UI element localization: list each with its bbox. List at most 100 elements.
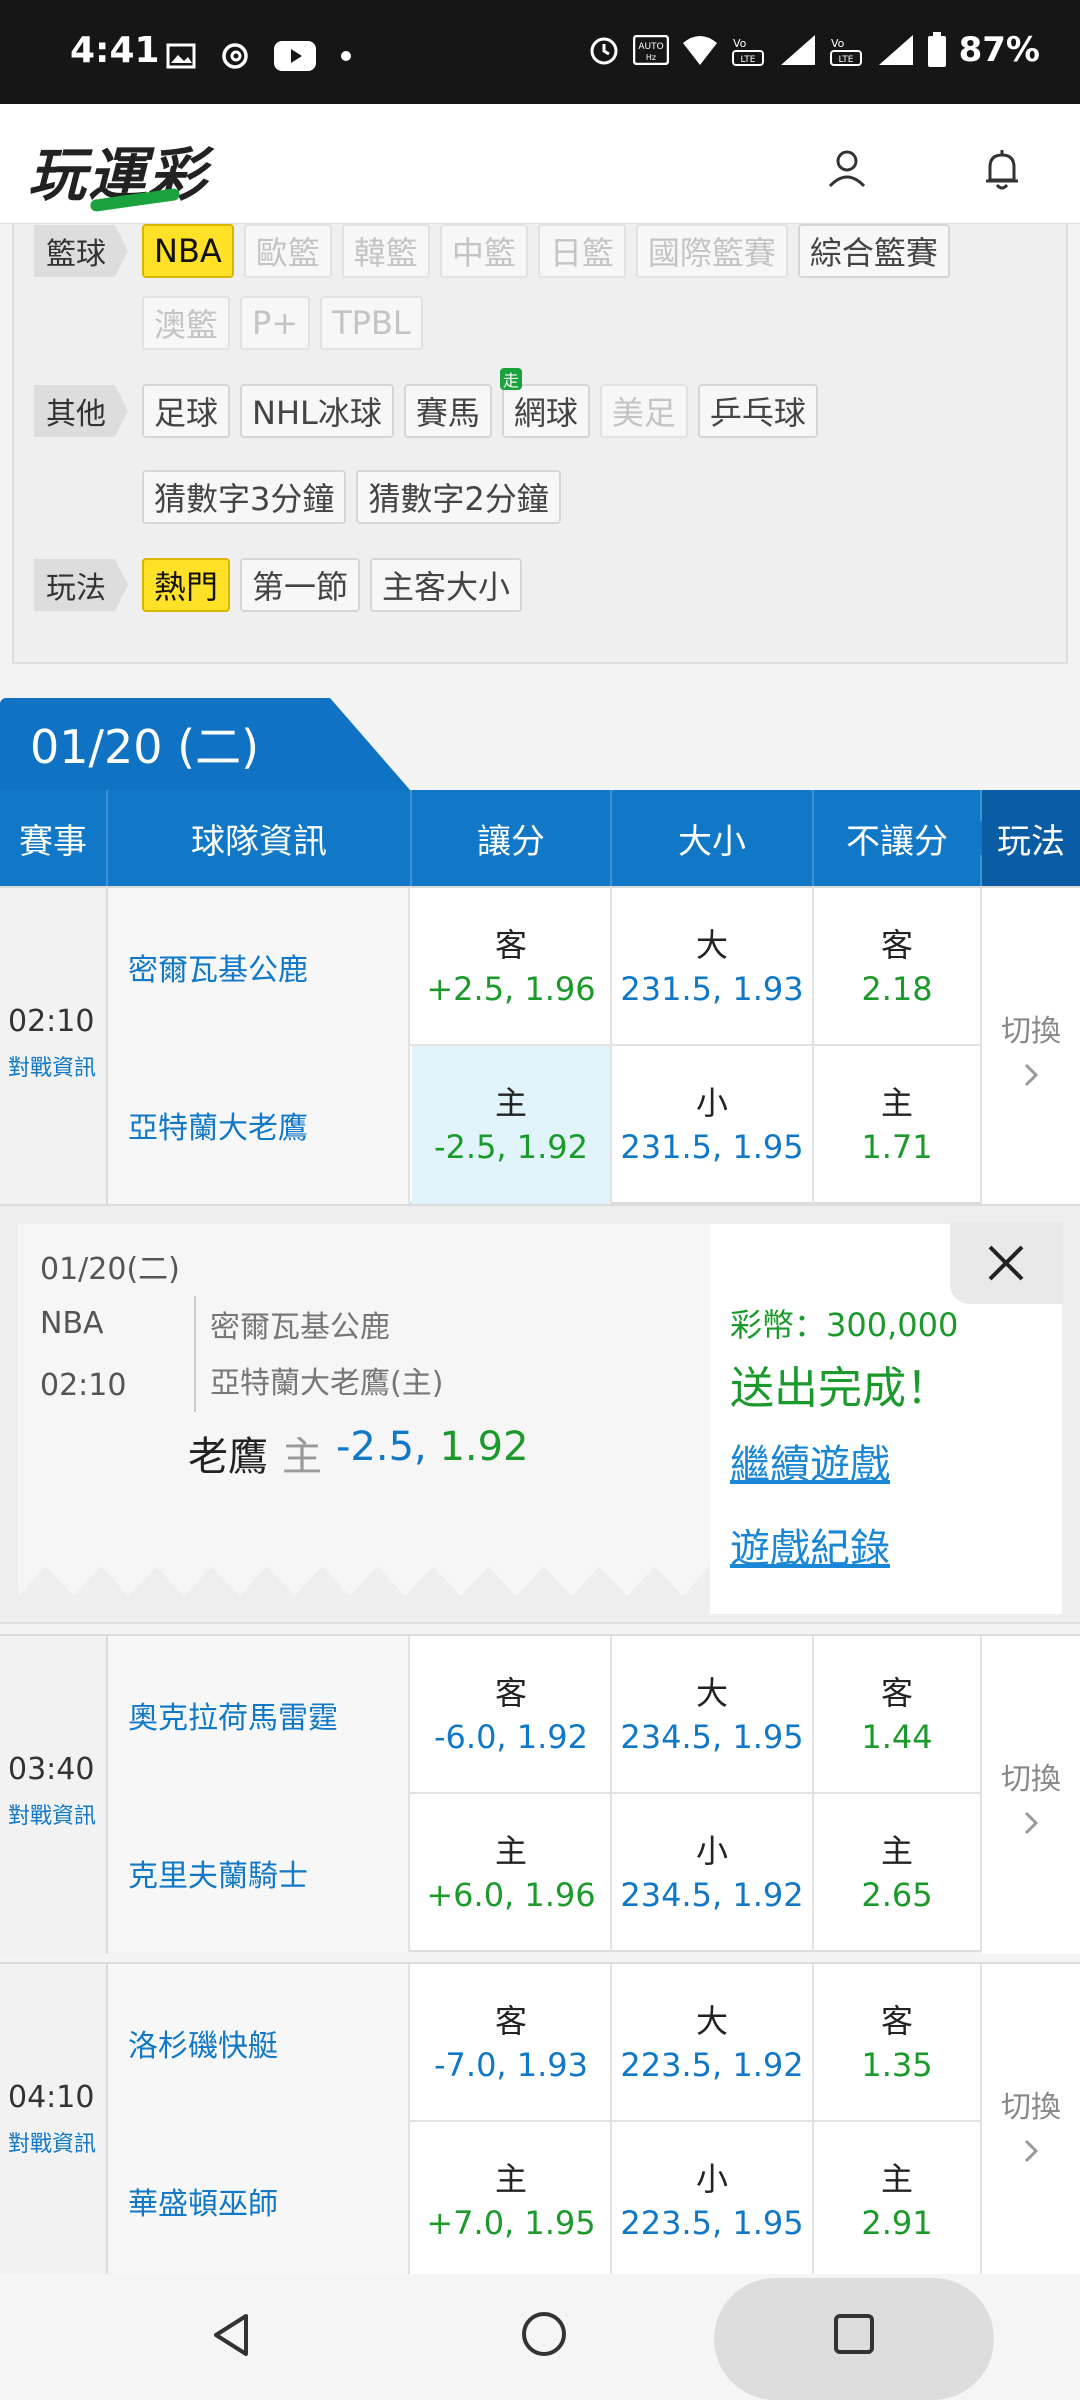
bell-icon[interactable] [982, 148, 1022, 192]
odds-value: 2.91 [861, 2204, 933, 2242]
odds-table-header: 賽事 球隊資訊 讓分 大小 不讓分 玩法 [0, 790, 1080, 886]
home-icon[interactable] [518, 2308, 570, 2360]
odds-side-label: 主 [494, 1084, 527, 1122]
spread-odds-cell[interactable]: 客 +2.5, 1.96 [412, 888, 612, 1046]
threads-icon [222, 43, 248, 69]
close-button[interactable] [950, 1222, 1062, 1304]
switch-button[interactable]: 切換 [982, 888, 1080, 1206]
pick-team: 老鷹 [188, 1434, 268, 1480]
pick-odds: 1.92 [439, 1424, 529, 1470]
chip-korea-basketball[interactable]: 韓籃 [341, 224, 430, 278]
chip-euro-basketball[interactable]: 歐籃 [243, 224, 332, 278]
chip-tennis[interactable]: 走 網球 [499, 368, 590, 438]
game-row: 02:10 對戰資訊 密爾瓦基公鹿 客 +2.5, 1.96 大 231.5, … [0, 886, 1080, 1206]
home-row: 克里夫蘭騎士 主 +6.0, 1.96 小 234.5, 1.92 主 2.65 [108, 1794, 982, 1952]
switch-label: 切換 [1001, 2090, 1061, 2125]
matchup-info-link[interactable]: 對戰資訊 [8, 2126, 96, 2158]
team-name[interactable]: 密爾瓦基公鹿 [108, 888, 410, 1046]
filter-row-basketball: 籃球 NBA 歐籃 韓籃 中籃 日籃 國際籃賽 綜合籃賽 [14, 224, 950, 278]
odds-value: 2.18 [861, 970, 933, 1008]
odds-value: 1.35 [861, 2046, 933, 2084]
filter-row-basketball-2: 澳籃 P+ TPBL [128, 296, 423, 350]
total-odds-cell[interactable]: 大 234.5, 1.95 [612, 1636, 814, 1794]
switch-button[interactable]: 切換 [982, 1636, 1080, 1954]
moneyline-odds-cell[interactable]: 客 2.18 [814, 888, 982, 1046]
chip-intl-basketball[interactable]: 國際籃賽 [635, 224, 788, 278]
recents-icon[interactable] [830, 2310, 878, 2358]
chip-table-tennis[interactable]: 乒乓球 [697, 384, 818, 438]
team-name[interactable]: 奧克拉荷馬雷霆 [108, 1636, 410, 1794]
chip-soccer[interactable]: 足球 [142, 384, 231, 438]
volte-lte-icon-2: Vo LTE [829, 37, 862, 66]
chip-guess-number-2min[interactable]: 猜數字2分鐘 [356, 470, 561, 524]
odds-value: +7.0, 1.95 [426, 2204, 596, 2242]
moneyline-odds-cell[interactable]: 客 1.44 [814, 1636, 982, 1794]
total-odds-cell[interactable]: 小 231.5, 1.95 [612, 1046, 814, 1204]
chip-aus-basketball[interactable]: 澳籃 [142, 296, 231, 350]
chip-guess-number-3min[interactable]: 猜數字3分鐘 [142, 470, 347, 524]
svg-text:Hz: Hz [646, 53, 656, 62]
chip-first-quarter[interactable]: 第一節 [240, 558, 361, 612]
svg-text:Vo: Vo [733, 37, 747, 50]
game-time: 03:40 [8, 1752, 95, 1787]
chip-tpbl[interactable]: TPBL [320, 296, 423, 350]
th-total: 大小 [612, 790, 814, 886]
odds-value: 1.44 [861, 1718, 933, 1756]
chip-horse-racing[interactable]: 賽馬 [403, 384, 492, 438]
volte-lte-icon: Vo LTE [731, 37, 764, 66]
chip-nhl[interactable]: NHL冰球 [240, 384, 394, 438]
team-name[interactable]: 華盛頓巫師 [108, 2122, 410, 2280]
team-name[interactable]: 亞特蘭大老鷹 [108, 1046, 410, 1204]
spread-odds-cell[interactable]: 客 -6.0, 1.92 [412, 1636, 612, 1794]
continue-game-link[interactable]: 繼續遊戲 [730, 1432, 890, 1490]
spread-odds-cell[interactable]: 主 +7.0, 1.95 [412, 2122, 612, 2280]
signal-icon [780, 35, 815, 65]
total-odds-cell[interactable]: 小 223.5, 1.95 [612, 2122, 814, 2280]
th-play-type[interactable]: 玩法 [982, 790, 1080, 886]
chevron-right-icon [1024, 1063, 1039, 1087]
moneyline-odds-cell[interactable]: 主 2.91 [814, 2122, 982, 2280]
odds-side-label: 主 [494, 2160, 527, 2198]
user-icon[interactable] [826, 148, 868, 190]
filter-row-play: 玩法 熱門 第一節 主客大小 [14, 558, 523, 612]
chip-china-basketball[interactable]: 中籃 [439, 224, 528, 278]
ticket-time: 02:10 [40, 1368, 127, 1403]
spread-odds-cell[interactable]: 主 +6.0, 1.96 [412, 1794, 612, 1952]
matchup-info-link[interactable]: 對戰資訊 [8, 1798, 96, 1830]
chip-american-football[interactable]: 美足 [599, 384, 688, 438]
svg-text:Vo: Vo [831, 37, 845, 50]
spread-odds-cell-selected[interactable]: 主 -2.5, 1.92 [412, 1046, 612, 1204]
chip-combined-basketball[interactable]: 綜合籃賽 [797, 224, 950, 278]
filter-row-other: 其他 足球 NHL冰球 賽馬 走 網球 美足 乒乓球 [14, 368, 818, 438]
away-row: 密爾瓦基公鹿 客 +2.5, 1.96 大 231.5, 1.93 客 2.18 [108, 888, 982, 1046]
team-name[interactable]: 洛杉磯快艇 [108, 1964, 410, 2122]
back-icon[interactable] [206, 2310, 256, 2360]
game-history-link[interactable]: 遊戲紀錄 [730, 1516, 890, 1574]
game-time: 02:10 [8, 1004, 95, 1039]
moneyline-odds-cell[interactable]: 主 1.71 [814, 1046, 982, 1204]
game-time-cell: 02:10 對戰資訊 [0, 888, 108, 1206]
chip-popular[interactable]: 熱門 [142, 558, 231, 612]
team-name[interactable]: 克里夫蘭騎士 [108, 1794, 410, 1952]
spread-odds-cell[interactable]: 客 -7.0, 1.93 [412, 1964, 612, 2122]
odds-value: +2.5, 1.96 [426, 970, 596, 1008]
moneyline-odds-cell[interactable]: 主 2.65 [814, 1794, 982, 1952]
header-notch [968, 820, 982, 856]
total-odds-cell[interactable]: 大 223.5, 1.92 [612, 1964, 814, 2122]
filter-label-basketball: 籃球 [34, 225, 128, 277]
battery-icon [927, 32, 946, 67]
matchup-info-link[interactable]: 對戰資訊 [8, 1050, 96, 1082]
total-odds-cell[interactable]: 小 234.5, 1.92 [612, 1794, 814, 1952]
ticket-team-away: 密爾瓦基公鹿 [210, 1310, 390, 1345]
chip-nba[interactable]: NBA [142, 224, 234, 278]
chip-japan-basketball[interactable]: 日籃 [537, 224, 626, 278]
moneyline-odds-cell[interactable]: 客 1.35 [814, 1964, 982, 2122]
switch-button[interactable]: 切換 [982, 1964, 1080, 2282]
chip-p-plus[interactable]: P+ [240, 296, 311, 350]
app-header: 玩運彩 [0, 104, 1080, 224]
odds-value: -7.0, 1.93 [433, 2046, 589, 2084]
pick-odds-group: -2.5, 1.92 [336, 1424, 529, 1482]
chip-home-away-total[interactable]: 主客大小 [370, 558, 523, 612]
odds-side-label: 小 [695, 2160, 728, 2198]
total-odds-cell[interactable]: 大 231.5, 1.93 [612, 888, 814, 1046]
